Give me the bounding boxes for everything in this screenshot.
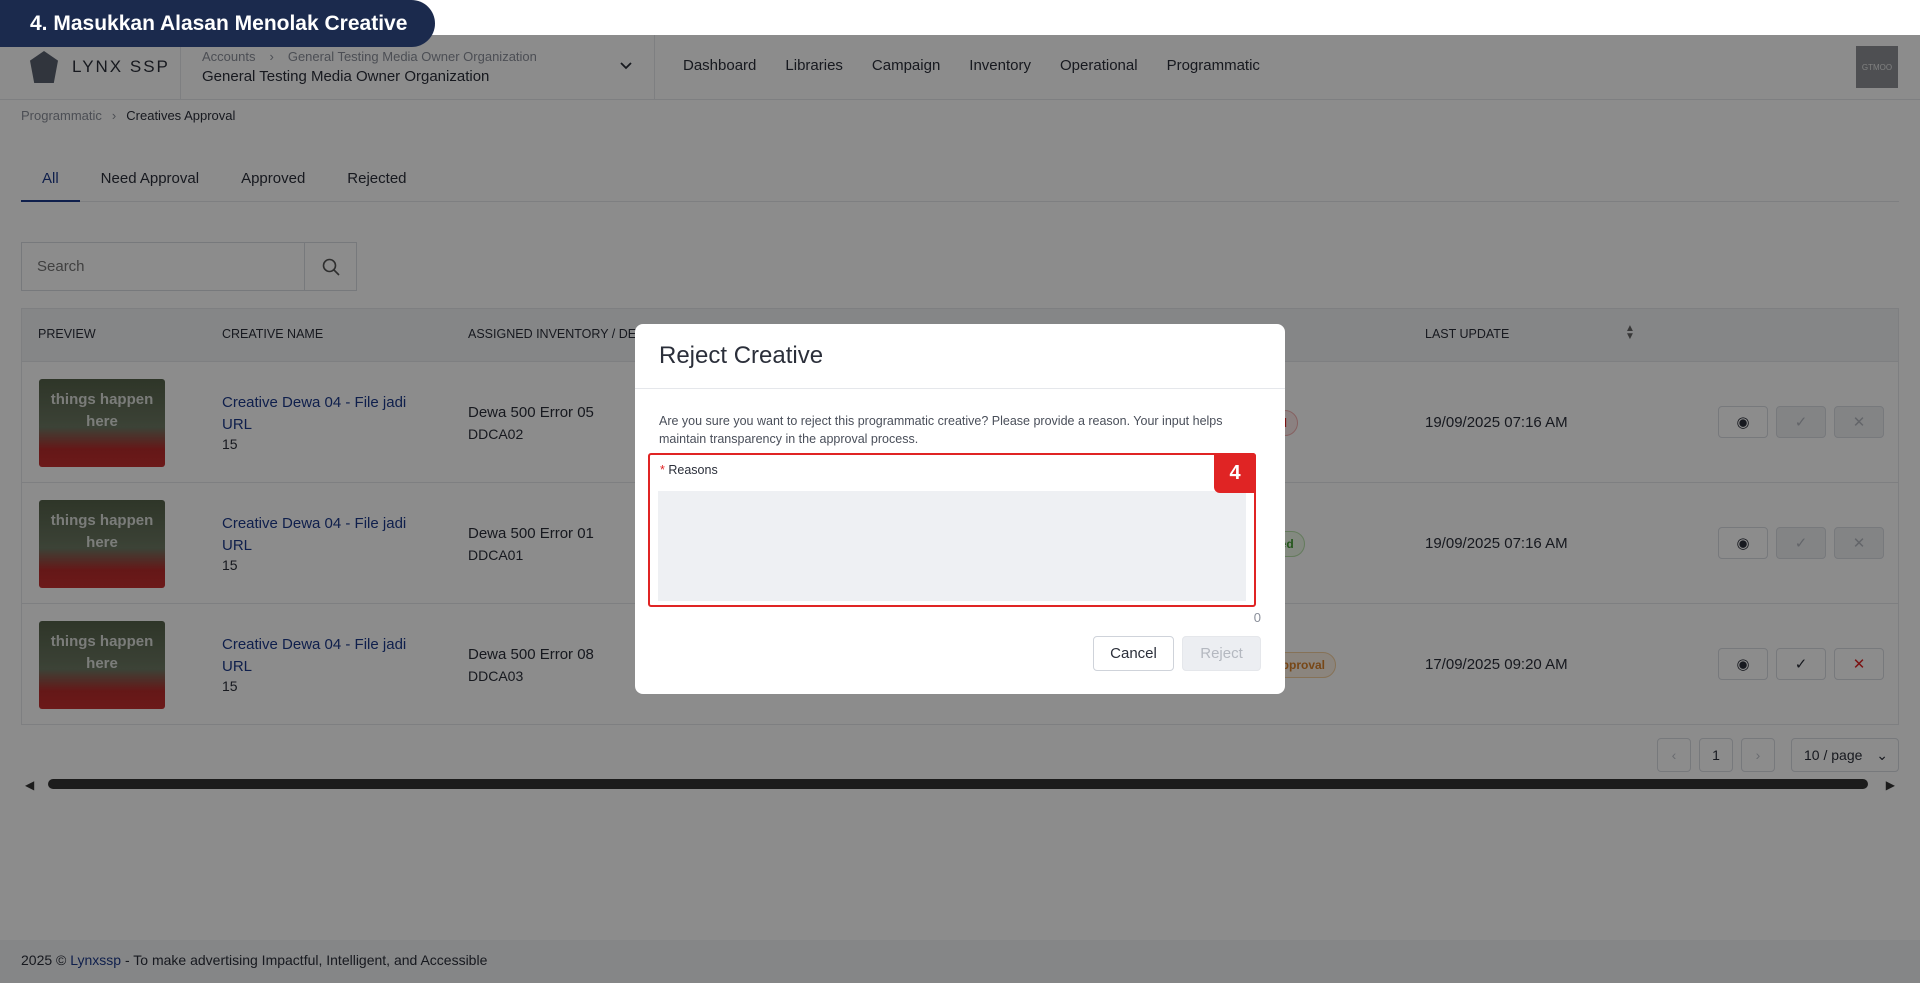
char-count: 0 [1253,610,1261,625]
modal-title: Reject Creative [659,342,824,369]
reason-label-text: Reasons [668,463,718,477]
reason-field-highlight: * Reasons 4 [648,453,1256,607]
reject-submit-button[interactable]: Reject [1182,636,1261,671]
reject-creative-modal: Reject Creative Are you sure you want to… [635,324,1285,694]
modal-divider [635,388,1285,389]
modal-description: Are you sure you want to reject this pro… [659,414,1223,446]
step-badge: 4 [1214,453,1256,493]
reason-textarea[interactable] [658,491,1246,601]
cancel-button[interactable]: Cancel [1093,636,1174,671]
reason-label: * Reasons [660,463,718,477]
required-mark: * [660,463,665,477]
step-banner: 4. Masukkan Alasan Menolak Creative [0,0,436,47]
